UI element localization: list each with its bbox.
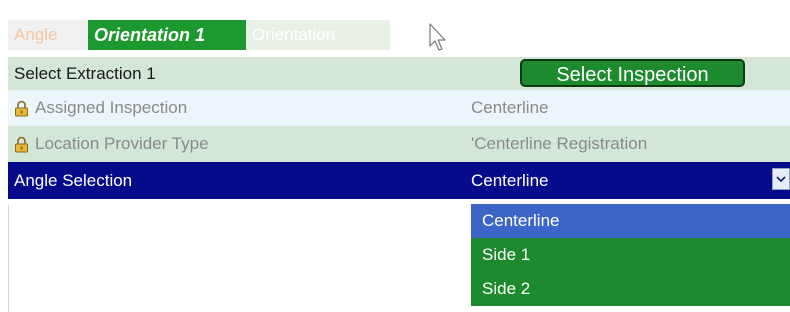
select-inspection-button[interactable]: Select Inspection [520, 59, 745, 87]
properties-panel: Select Extraction 1 Select Inspection As… [8, 57, 790, 312]
lock-icon [15, 136, 28, 152]
dropdown-option-side-1[interactable]: Side 1 [471, 238, 790, 272]
tab-orientation[interactable]: Orientation [246, 20, 390, 50]
angle-dropdown-list: Centerline Side 1 Side 2 [471, 204, 790, 306]
tab-orientation-1[interactable]: Orientation 1 [88, 20, 246, 50]
angle-selection-row[interactable]: Angle Selection Centerline [8, 162, 790, 199]
location-provider-type-value: 'Centerline Registration [471, 134, 648, 153]
panel-border [8, 205, 9, 312]
angle-selection-value[interactable]: Centerline [471, 162, 549, 199]
tab-bar: Angle Orientation 1 Orientation [0, 0, 790, 57]
tab-angle[interactable]: Angle [8, 20, 88, 50]
angle-selection-label: Angle Selection [14, 170, 133, 190]
location-provider-type-row: Location Provider Type 'Centerline Regis… [8, 126, 790, 162]
lock-icon [15, 100, 28, 116]
assigned-inspection-label: Assigned Inspection [35, 98, 188, 117]
dropdown-toggle[interactable] [772, 168, 790, 190]
cursor-icon [429, 23, 446, 51]
assigned-inspection-row: Assigned Inspection Centerline [8, 90, 790, 126]
extraction-header-row: Select Extraction 1 Select Inspection [8, 57, 790, 90]
dropdown-option-side-2[interactable]: Side 2 [471, 272, 790, 306]
chevron-down-icon [776, 176, 786, 183]
dropdown-option-centerline[interactable]: Centerline [471, 204, 790, 238]
location-provider-type-label: Location Provider Type [35, 134, 209, 153]
extraction-title: Select Extraction 1 [14, 63, 156, 83]
assigned-inspection-value: Centerline [471, 98, 549, 117]
